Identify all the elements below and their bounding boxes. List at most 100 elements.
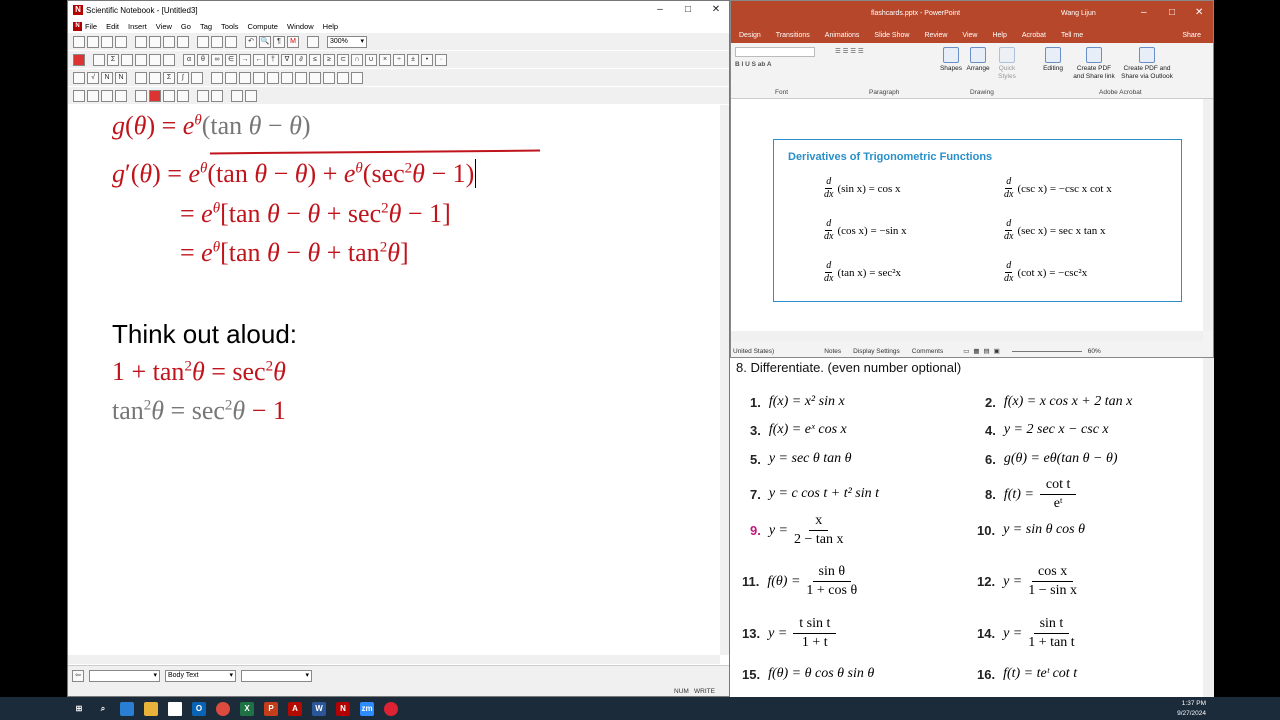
zoom-level[interactable]: 60% [1088,348,1101,355]
zoom-slider[interactable] [1011,350,1082,352]
zoom-icon[interactable]: zm [360,701,374,716]
preview-icon[interactable] [149,35,161,48]
animate-icon[interactable] [177,89,189,102]
print-icon[interactable] [135,35,147,48]
tab-slide-show[interactable]: Slide Show [874,32,909,39]
file-explorer-icon[interactable] [144,701,158,716]
tab-view[interactable]: View [962,32,977,39]
tag-arrow-icon[interactable]: ⇦ [72,670,84,682]
relation-icon[interactable] [239,71,251,84]
tab-design[interactable]: Design [739,32,761,39]
system-clock[interactable]: 1:37 PM 9/27/2024 [1177,699,1206,719]
menu-edit[interactable]: Edit [106,22,119,31]
symbol-alpha-icon[interactable]: α [183,53,195,66]
body-tag-select[interactable]: Body Text ▾ [165,670,236,682]
record-icon[interactable] [149,89,161,102]
font-name-box[interactable] [735,47,815,57]
comments-button[interactable]: Comments [912,348,943,355]
menu-tag[interactable]: Tag [200,22,212,31]
paren-icon[interactable] [149,53,161,66]
symbol-div-icon[interactable]: ÷ [393,53,405,66]
brackets-icon[interactable] [135,71,147,84]
symbol-cap-icon[interactable]: ∩ [351,53,363,66]
symbol-pm-icon[interactable]: ± [407,53,419,66]
close-button[interactable]: ✕ [1195,7,1203,18]
symbol-le-icon[interactable]: ≤ [309,53,321,66]
symbol-times-icon[interactable]: × [379,53,391,66]
latin-icon[interactable] [323,71,335,84]
symbol-subset-icon[interactable]: ⊂ [337,53,349,66]
symbol-partial-icon[interactable]: ∂ [295,53,307,66]
delim-icon[interactable] [295,71,307,84]
notepad-icon[interactable] [168,701,182,716]
spell-icon[interactable] [177,35,189,48]
language-indicator[interactable]: United States) [733,348,774,355]
pp-slide-area[interactable]: Derivatives of Trigonometric Functions d… [731,99,1203,331]
maximize-button[interactable]: □ [674,1,702,19]
quick-styles-button[interactable]: Quick Styles [993,47,1021,81]
minimize-button[interactable]: – [646,1,674,19]
find-icon[interactable] [163,35,175,48]
edge-icon[interactable] [120,701,134,716]
display-settings-button[interactable]: Display Settings [853,348,900,355]
sum-icon[interactable]: Σ [107,53,119,66]
close-button[interactable]: ✕ [702,1,729,19]
save-icon[interactable] [101,35,113,48]
show-def-icon[interactable] [211,89,223,102]
simplify-icon[interactable] [101,89,113,102]
negated-icon[interactable] [253,71,265,84]
bracket-icon[interactable] [121,53,133,66]
tab-animations[interactable]: Animations [825,32,860,39]
pp-user-name[interactable]: Wang Lijun [1061,10,1096,17]
table-icon[interactable] [307,35,319,48]
misc-icon[interactable] [281,71,293,84]
pp-horizontal-scrollbar[interactable] [731,331,1203,341]
big-op-icon[interactable] [309,71,321,84]
tab-review[interactable]: Review [924,32,947,39]
symbol-dot-icon[interactable]: • [421,53,433,66]
arrange-button[interactable]: Arrange [963,47,993,73]
zoom-icon[interactable]: 🔍 [259,35,271,48]
word-icon[interactable]: W [312,701,326,716]
operator-icon[interactable] [191,71,203,84]
sn-document[interactable]: g(θ) = eθ(tan θ − θ) g′(θ) = eθ(tan θ − … [68,105,720,655]
editing-button[interactable]: Editing [1037,47,1069,73]
menu-view[interactable]: View [156,22,172,31]
minimize-button[interactable]: – [1141,7,1147,18]
menu-window[interactable]: Window [287,22,314,31]
matrix2-icon[interactable] [149,71,161,84]
subscript-icon[interactable]: N [115,71,127,84]
tab-help[interactable]: Help [992,32,1006,39]
menu-compute[interactable]: Compute [248,22,278,31]
create-pdf-outlook-button[interactable]: Create PDF and Share via Outlook [1119,47,1175,81]
outlook-icon[interactable]: O [192,701,206,716]
binary-icon[interactable] [267,71,279,84]
sigma-icon[interactable]: Σ [163,71,175,84]
tab-tell-me[interactable]: Tell me [1061,32,1083,39]
open-icon[interactable] [87,35,99,48]
start-icon[interactable]: ⊞ [72,702,86,716]
grid-icon[interactable] [135,53,147,66]
pp-vertical-scrollbar[interactable] [1203,99,1213,331]
view-buttons[interactable]: ▭▦▤▣ [963,347,1004,355]
math-mode-icon[interactable]: M [287,35,299,48]
tab-acrobat[interactable]: Acrobat [1022,32,1046,39]
matrix-icon[interactable] [93,53,105,66]
tab-transitions[interactable]: Transitions [776,32,810,39]
paragraph-icon[interactable]: ¶ [273,35,285,48]
new-icon[interactable] [73,35,85,48]
accent-icon[interactable] [211,71,223,84]
zoom-select[interactable]: 300% ▾ [327,35,367,48]
symbol-cdot-icon[interactable]: · [435,53,447,66]
sn-horizontal-scrollbar[interactable] [68,655,720,664]
superscript-icon[interactable]: N [101,71,113,84]
arrow-set-icon[interactable] [225,71,237,84]
paste-icon[interactable] [225,35,237,48]
excel-icon[interactable]: X [240,701,254,716]
undo-icon[interactable]: ↶ [245,35,257,48]
font-format-buttons[interactable]: B I U S ab A [735,61,815,71]
chrome-icon[interactable] [216,701,230,716]
symbol-left-icon[interactable]: ← [253,53,265,66]
scientific-notebook-icon[interactable]: N [336,701,350,716]
menu-file[interactable]: File [85,22,97,31]
